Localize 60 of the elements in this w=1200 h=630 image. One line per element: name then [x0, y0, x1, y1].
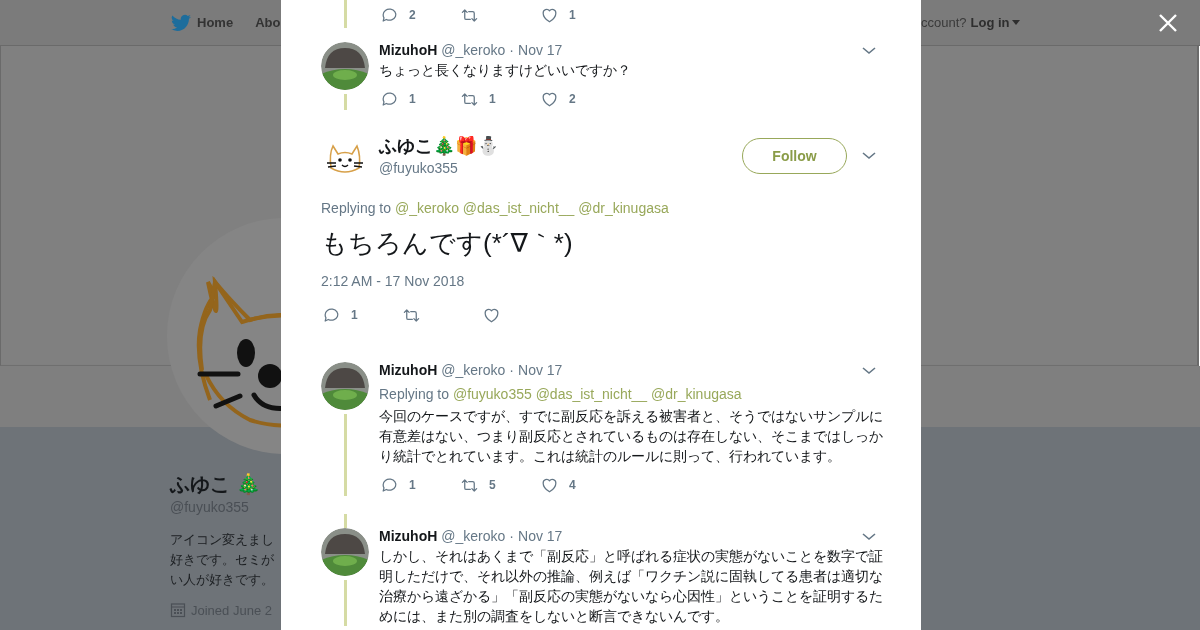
- reply-icon: [322, 305, 341, 325]
- avatar[interactable]: [321, 42, 369, 90]
- avatar[interactable]: [321, 362, 369, 410]
- chevron-button[interactable]: [861, 150, 877, 162]
- tweet-text: ちょっと長くなりますけどいいですか？: [379, 61, 632, 80]
- like-button[interactable]: 4: [539, 474, 619, 496]
- retweet-button[interactable]: 1: [459, 88, 539, 110]
- bio-text: アイコン変えまし: [170, 531, 275, 549]
- separator: ·: [509, 528, 515, 544]
- chevron-button[interactable]: [861, 45, 877, 57]
- display-name[interactable]: MizuhoH: [379, 528, 438, 544]
- display-name[interactable]: MizuhoH: [379, 362, 438, 378]
- reply-button[interactable]: 2: [379, 2, 459, 28]
- tweet-date[interactable]: Nov 17: [518, 42, 563, 58]
- bio-text: 好きです。セミが: [170, 551, 275, 569]
- reply-icon: [380, 5, 399, 25]
- reply-button[interactable]: 1: [379, 474, 459, 496]
- timestamp: 2:12 AM - 17 Nov 2018: [321, 272, 466, 290]
- username[interactable]: @_keroko: [441, 528, 506, 544]
- calendar-icon: [170, 602, 186, 618]
- like-button[interactable]: 1: [539, 2, 619, 28]
- mention-link[interactable]: @dr_kinugasa: [578, 200, 669, 216]
- login-button[interactable]: Log in: [970, 15, 1020, 30]
- reply-button[interactable]: 1: [379, 88, 459, 110]
- chevron-button[interactable]: [861, 531, 877, 543]
- username[interactable]: @_keroko: [441, 362, 506, 378]
- bio-text: い人が好きです。: [170, 571, 275, 589]
- display-name[interactable]: MizuhoH: [379, 42, 438, 58]
- reply-icon: [380, 89, 399, 109]
- display-name[interactable]: ふゆこ🎄🎁⛄: [379, 135, 732, 157]
- close-button[interactable]: [1158, 12, 1178, 33]
- profile-name: ふゆこ 🎄: [170, 472, 262, 497]
- mention-link[interactable]: @fuyuko355: [452, 386, 532, 402]
- tweet-text: しかし、それはあくまで「副反応」と呼ばれる症状の実態がないことを数字で証明しただけで、それ以外の推論、例えば「ワクチン説に固執してる患者は適切な治療から遠ざかる」「副反応の実態がないなら心因性」ということを証明するためには、また別の調査をしないと断言できないんです。: [379, 547, 884, 626]
- tweet-text: もちろんです(*´∇｀*): [321, 227, 574, 260]
- bird-icon: [171, 13, 191, 32]
- follow-button[interactable]: Follow: [742, 138, 847, 174]
- separator: ·: [509, 42, 515, 58]
- chevron-button[interactable]: [861, 365, 877, 377]
- tweet-date[interactable]: Nov 17: [518, 362, 563, 378]
- nav-link[interactable]: Abo: [255, 15, 281, 30]
- mention-link[interactable]: @das_ist_nicht__: [462, 200, 575, 216]
- reply-context: Replying to @_keroko @das_ist_nicht__ @dr_kinugasa: [321, 199, 670, 218]
- nav-link[interactable]: Home: [197, 15, 234, 30]
- username[interactable]: @_keroko: [441, 42, 506, 58]
- reply-button[interactable]: 1: [321, 304, 401, 326]
- caret-icon: [1011, 20, 1020, 25]
- retweet-button[interactable]: 5: [459, 474, 539, 496]
- avatar[interactable]: [321, 528, 369, 576]
- tweet-date[interactable]: Nov 17: [518, 528, 563, 544]
- mention-link[interactable]: @dr_kinugasa: [651, 386, 742, 402]
- like-button[interactable]: 2: [539, 88, 619, 110]
- reply-icon: [380, 475, 399, 495]
- username[interactable]: @fuyuko355: [379, 159, 732, 177]
- separator: ·: [509, 362, 515, 378]
- tweet-text: 今回のケースですが、すでに副反応を訴える被害者と、そうではないサンプルに有意差はない、つまり副反応とされているものは存在しない、そこまではしっかり統計でとれています。これは統計のルールに則って、行われています。: [379, 407, 884, 466]
- mention-link[interactable]: @_keroko: [394, 200, 459, 216]
- reply-context: Replying to @fuyuko355 @das_ist_nicht__ @dr_kinugasa: [379, 385, 743, 404]
- account-prompt: ccount?: [921, 15, 967, 30]
- mention-link[interactable]: @das_ist_nicht__: [535, 386, 648, 402]
